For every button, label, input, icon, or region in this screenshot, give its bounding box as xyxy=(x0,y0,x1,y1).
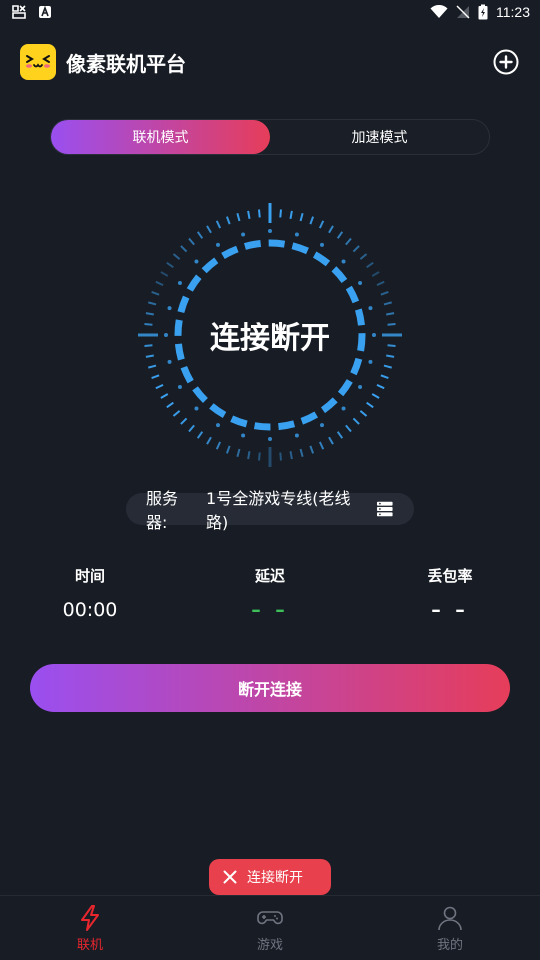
stat-latency-label: 延迟 xyxy=(254,567,285,585)
gamepad-icon xyxy=(257,911,283,925)
no-signal-icon xyxy=(456,5,470,19)
user-icon xyxy=(438,906,462,931)
disconnect-button[interactable]: 断开连接 xyxy=(30,664,510,712)
stat-packet-loss-value: – – xyxy=(431,599,469,621)
status-right-icons: 11:23 xyxy=(430,4,530,20)
status-left-icons xyxy=(10,4,52,20)
lightning-icon xyxy=(81,905,99,931)
toast-text: 连接断开 xyxy=(247,870,303,886)
close-icon xyxy=(223,870,237,884)
wifi-icon xyxy=(430,5,448,18)
stat-latency-value: – – xyxy=(251,599,289,621)
connection-stats: 时间 00:00 延迟 – – 丢包率 – – xyxy=(0,565,540,625)
stat-time-label: 时间 xyxy=(74,567,105,585)
a-notification-icon xyxy=(39,5,51,18)
tab-connect-mode[interactable]: 联机模式 xyxy=(51,120,270,154)
server-name: 1号全游戏专线(老线路) xyxy=(206,489,351,532)
nav-item-connect[interactable]: 联机 xyxy=(0,896,180,960)
server-label: 服务器: xyxy=(146,489,179,532)
nav-item-games[interactable]: 游戏 xyxy=(180,896,360,960)
server-selector[interactable]: 服务器: 1号全游戏专线(老线路) xyxy=(126,489,414,532)
status-bar: 11:23 xyxy=(0,0,540,24)
status-time: 11:23 xyxy=(496,4,530,20)
mode-toggle: 联机模式 加速模式 xyxy=(50,119,490,155)
stat-latency: 延迟 – – xyxy=(200,565,340,621)
stat-time-value: 00:00 xyxy=(62,599,118,621)
nav-label-profile: 我的 xyxy=(436,938,463,953)
app-title: 像素联机平台 xyxy=(66,51,186,76)
status-toast: 连接断开 xyxy=(209,859,331,895)
app-header: 像素联机平台 xyxy=(0,40,540,84)
nav-label-games: 游戏 xyxy=(256,938,283,953)
server-list-icon xyxy=(377,501,394,517)
stat-time: 时间 00:00 xyxy=(20,565,160,621)
add-circle-icon[interactable] xyxy=(492,48,520,76)
nav-item-profile[interactable]: 我的 xyxy=(360,896,540,960)
bottom-nav: 联机 游戏 我的 xyxy=(0,895,540,960)
stat-packet-loss: 丢包率 – – xyxy=(380,565,520,621)
smiley-face-logo xyxy=(20,44,56,80)
battery-charging-icon xyxy=(478,4,488,20)
nav-label-connect: 联机 xyxy=(76,938,103,953)
tab-accelerate-mode[interactable]: 加速模式 xyxy=(270,120,489,154)
stat-packet-loss-label: 丢包率 xyxy=(427,567,473,585)
connection-status-text: 连接断开 xyxy=(210,321,330,356)
connection-dial[interactable]: 连接断开 xyxy=(130,195,410,475)
bug-icon xyxy=(12,5,26,19)
